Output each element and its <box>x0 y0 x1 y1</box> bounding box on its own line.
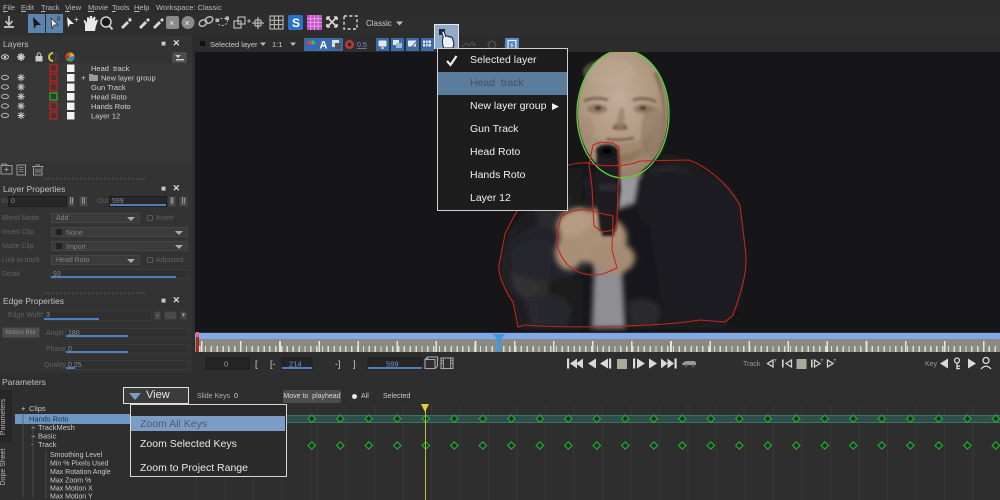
svg-text:Key: Key <box>925 361 938 368</box>
svg-text:Hands Roto: Hands Roto <box>91 102 131 111</box>
svg-text:A: A <box>320 40 328 52</box>
svg-text:Classic: Classic <box>366 19 392 28</box>
svg-text:T: T <box>834 358 837 363</box>
svg-text:T: T <box>821 358 824 363</box>
svg-text:0: 0 <box>224 360 228 369</box>
svg-text:×: × <box>169 18 174 28</box>
svg-text:Max Motion Y: Max Motion Y <box>50 494 93 500</box>
svg-text:[: [ <box>255 359 258 369</box>
svg-text:Min % Pixels Used: Min % Pixels Used <box>50 461 108 468</box>
svg-text:+: + <box>21 404 26 413</box>
svg-text:214: 214 <box>289 360 302 369</box>
svg-text:0.5: 0.5 <box>357 42 367 49</box>
svg-text:-]: -] <box>335 359 341 369</box>
svg-text:Selected layer: Selected layer <box>210 40 258 49</box>
svg-text:Track: Track <box>38 440 57 449</box>
svg-text:Max Rotation Angle: Max Rotation Angle <box>50 469 111 476</box>
svg-text:T: T <box>774 358 777 363</box>
svg-text:+: + <box>81 74 86 83</box>
svg-text:New layer group: New layer group <box>101 74 156 83</box>
svg-text:Max Zoom %: Max Zoom % <box>50 478 91 485</box>
svg-text:Head Roto: Head Roto <box>91 93 127 102</box>
svg-text:Track: Track <box>743 361 761 368</box>
svg-text:Head track: Head track <box>91 64 130 73</box>
svg-text:Max Motion X: Max Motion X <box>50 486 93 493</box>
svg-text:1:1: 1:1 <box>272 40 282 49</box>
svg-text:Smoothing Level: Smoothing Level <box>50 452 103 459</box>
svg-text:-: - <box>31 440 34 449</box>
svg-text:Clips: Clips <box>29 404 46 413</box>
svg-text:S: S <box>292 16 300 30</box>
svg-text:×: × <box>185 18 190 28</box>
svg-text:Layer 12: Layer 12 <box>91 112 120 121</box>
svg-text:[-: [- <box>270 359 276 369</box>
svg-text:x: x <box>128 17 131 23</box>
svg-text:Gun Track: Gun Track <box>91 83 126 92</box>
svg-text:+: + <box>74 15 79 24</box>
svg-text:]: ] <box>353 359 356 369</box>
svg-text:599: 599 <box>386 360 399 369</box>
